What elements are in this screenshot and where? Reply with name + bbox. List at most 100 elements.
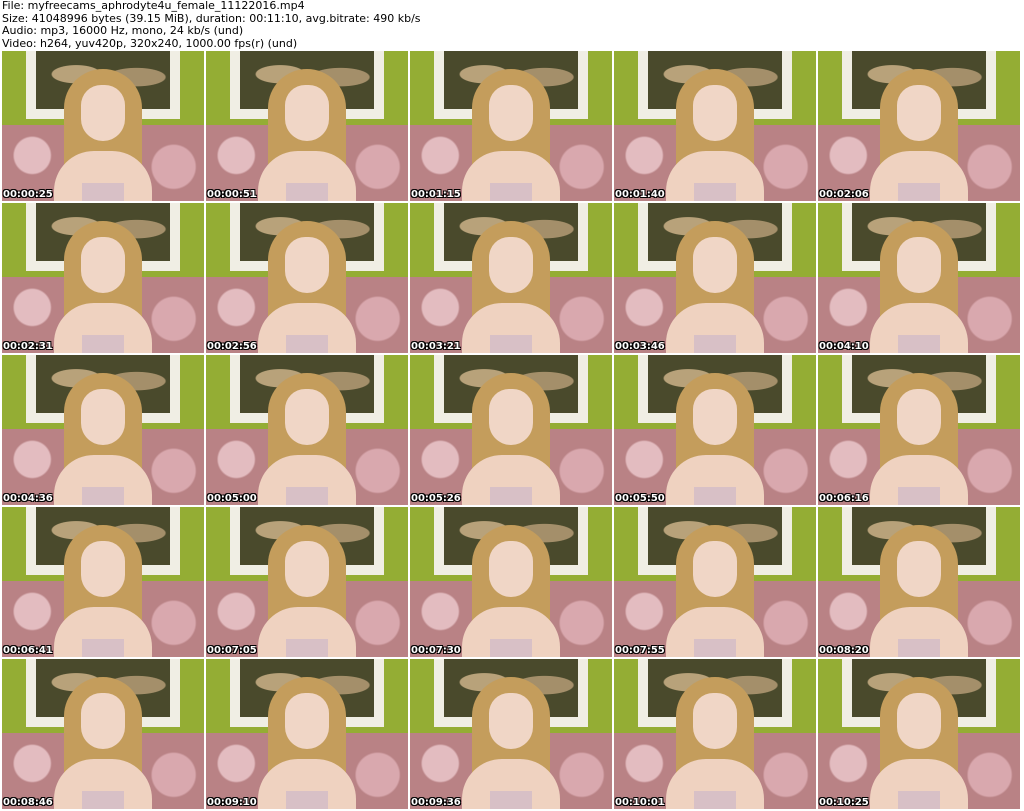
video-thumbnail: 00:00:51: [206, 51, 408, 201]
thumbnail-timestamp: 00:08:46: [3, 797, 53, 808]
thumbnail-timestamp: 00:02:31: [3, 341, 53, 352]
face: [897, 693, 941, 749]
face: [81, 541, 125, 597]
face: [897, 541, 941, 597]
dress: [82, 639, 124, 657]
face: [693, 237, 737, 293]
video-thumbnail: 00:04:10: [818, 203, 1020, 353]
video-thumbnail: 00:09:10: [206, 659, 408, 809]
dress: [694, 791, 736, 809]
dress: [286, 791, 328, 809]
file-info-header: File: myfreecams_aphrodyte4u_female_1112…: [2, 0, 1022, 50]
face: [489, 85, 533, 141]
dress: [898, 183, 940, 201]
dress: [490, 335, 532, 353]
video-thumbnail: 00:01:15: [410, 51, 612, 201]
face: [285, 693, 329, 749]
video-thumbnail: 00:03:21: [410, 203, 612, 353]
face: [285, 237, 329, 293]
thumbnail-timestamp: 00:08:20: [819, 645, 869, 656]
video-line: Video: h264, yuv420p, 320x240, 1000.00 f…: [2, 36, 298, 50]
face: [693, 541, 737, 597]
video-thumbnail: 00:00:25: [2, 51, 204, 201]
face: [489, 541, 533, 597]
dress: [898, 791, 940, 809]
face: [897, 237, 941, 293]
thumbnail-timestamp: 00:09:36: [411, 797, 461, 808]
thumbnail-timestamp: 00:00:51: [207, 189, 257, 200]
audio-line: Audio: mp3, 16000 Hz, mono, 24 kb/s (und…: [2, 24, 244, 37]
video-thumbnail: 00:10:01: [614, 659, 816, 809]
thumbnail-timestamp: 00:10:25: [819, 797, 869, 808]
face: [81, 389, 125, 445]
dress: [286, 335, 328, 353]
dress: [286, 487, 328, 505]
dress: [694, 183, 736, 201]
thumbnail-timestamp: 00:04:10: [819, 341, 869, 352]
thumbnail-timestamp: 00:05:26: [411, 493, 461, 504]
video-thumbnail: 00:06:41: [2, 507, 204, 657]
video-thumbnail: 00:08:46: [2, 659, 204, 809]
face: [693, 85, 737, 141]
video-thumbnail: 00:07:55: [614, 507, 816, 657]
video-thumbnail: 00:05:50: [614, 355, 816, 505]
face: [285, 389, 329, 445]
dress: [490, 487, 532, 505]
video-thumbnail: 00:07:05: [206, 507, 408, 657]
thumbnail-timestamp: 00:07:30: [411, 645, 461, 656]
video-thumbnail: 00:07:30: [410, 507, 612, 657]
dress: [82, 183, 124, 201]
dress: [490, 791, 532, 809]
video-thumbnail: 00:01:40: [614, 51, 816, 201]
face: [693, 693, 737, 749]
thumbnail-timestamp: 00:02:56: [207, 341, 257, 352]
dress: [898, 487, 940, 505]
dress: [694, 639, 736, 657]
dress: [82, 487, 124, 505]
face: [81, 693, 125, 749]
thumbnail-timestamp: 00:04:36: [3, 493, 53, 504]
dress: [694, 487, 736, 505]
thumbnail-timestamp: 00:06:16: [819, 493, 869, 504]
thumbnail-timestamp: 00:01:40: [615, 189, 665, 200]
thumbnail-timestamp: 00:06:41: [3, 645, 53, 656]
video-thumbnail: 00:08:20: [818, 507, 1020, 657]
face: [81, 85, 125, 141]
face: [489, 693, 533, 749]
video-thumbnail: 00:02:56: [206, 203, 408, 353]
thumbnail-timestamp: 00:09:10: [207, 797, 257, 808]
thumbnail-timestamp: 00:01:15: [411, 189, 461, 200]
face: [489, 389, 533, 445]
face: [489, 237, 533, 293]
thumbnail-timestamp: 00:07:55: [615, 645, 665, 656]
dress: [490, 183, 532, 201]
video-thumbnail: 00:02:31: [2, 203, 204, 353]
thumbnail-timestamp: 00:00:25: [3, 189, 53, 200]
face: [897, 85, 941, 141]
thumbnail-grid: 00:00:25 00:00:51 00:01:15 00:01:40 00:02:06…: [2, 51, 1024, 811]
thumbnail-timestamp: 00:05:50: [615, 493, 665, 504]
face: [693, 389, 737, 445]
dress: [898, 639, 940, 657]
video-thumbnail: 00:05:26: [410, 355, 612, 505]
face: [81, 237, 125, 293]
video-thumbnail: 00:05:00: [206, 355, 408, 505]
dress: [82, 791, 124, 809]
file-name-line: File: myfreecams_aphrodyte4u_female_1112…: [2, 0, 305, 12]
thumbnail-timestamp: 00:02:06: [819, 189, 869, 200]
dress: [286, 183, 328, 201]
video-thumbnail: 00:09:36: [410, 659, 612, 809]
face: [285, 541, 329, 597]
thumbnail-timestamp: 00:05:00: [207, 493, 257, 504]
face: [897, 389, 941, 445]
video-thumbnail: 00:03:46: [614, 203, 816, 353]
video-thumbnail: 00:10:25: [818, 659, 1020, 809]
thumbnail-timestamp: 00:03:46: [615, 341, 665, 352]
dress: [286, 639, 328, 657]
thumbnail-timestamp: 00:03:21: [411, 341, 461, 352]
thumbnail-timestamp: 00:10:01: [615, 797, 665, 808]
dress: [82, 335, 124, 353]
video-thumbnail: 00:04:36: [2, 355, 204, 505]
dress: [898, 335, 940, 353]
thumbnail-timestamp: 00:07:05: [207, 645, 257, 656]
